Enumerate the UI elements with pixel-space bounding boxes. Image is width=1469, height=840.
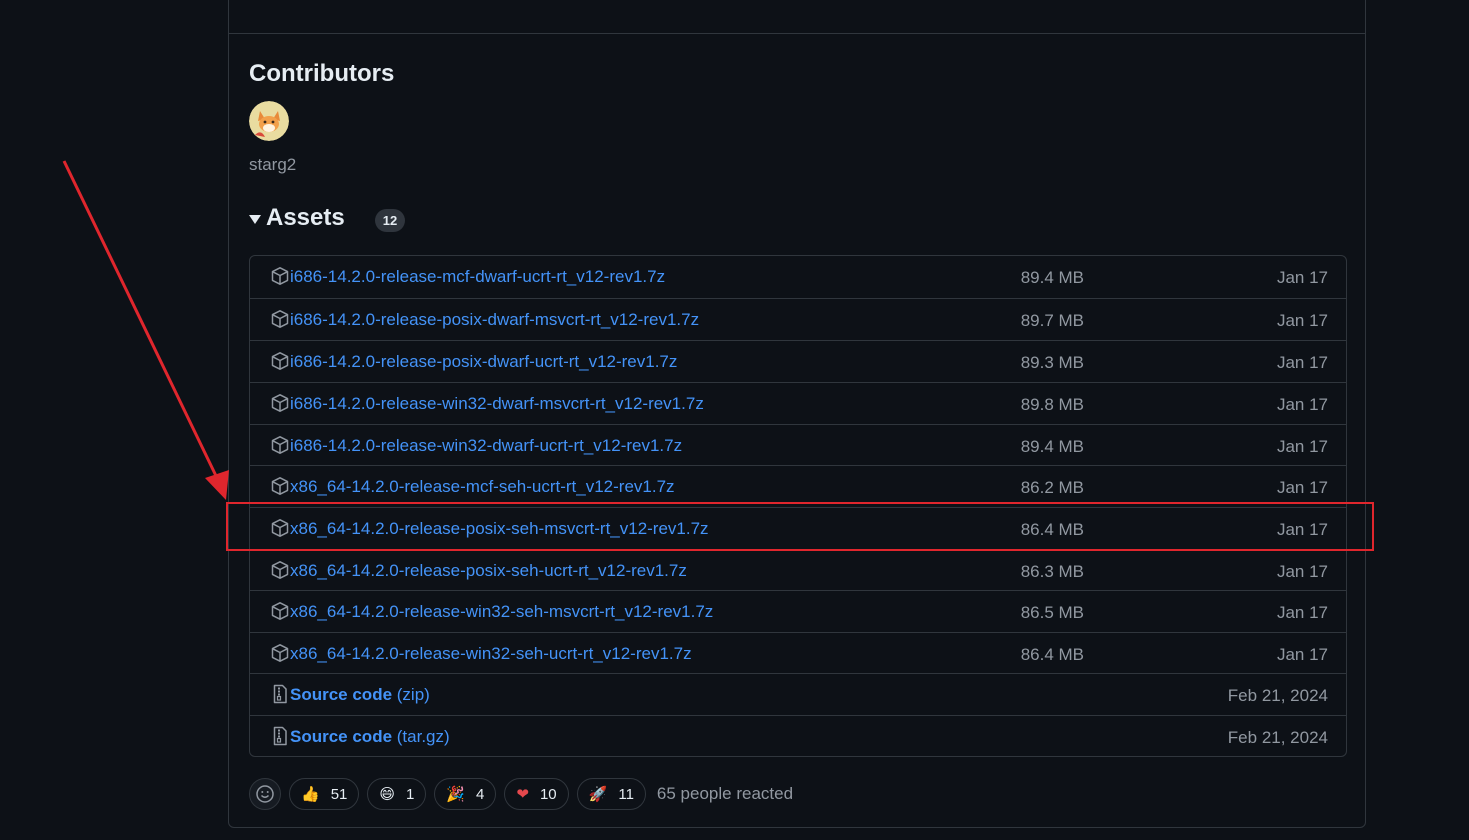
reaction-count: 1 (406, 785, 415, 803)
thumbs-up-icon: 👍 (301, 786, 320, 803)
reaction-button[interactable]: 👍 51 (289, 778, 360, 810)
annotation-arrow (62, 160, 229, 500)
reaction-button[interactable]: 🎉 4 (434, 778, 497, 810)
heart-icon: ❤ (516, 786, 529, 803)
smiley-icon (256, 785, 274, 803)
laugh-icon: 😄 (379, 786, 396, 803)
reaction-count: 4 (476, 785, 485, 803)
reaction-count: 10 (539, 785, 557, 803)
reaction-button[interactable]: 🚀 11 (576, 778, 646, 810)
reaction-count: 11 (618, 785, 634, 803)
reaction-button[interactable]: ❤ 10 (504, 778, 569, 810)
add-reaction-button[interactable] (249, 778, 281, 810)
reaction-button[interactable]: 😄 1 (367, 778, 427, 810)
hooray-icon: 🎉 (446, 786, 466, 803)
rocket-icon: 🚀 (588, 786, 608, 803)
reactions-summary: 65 people reacted (656, 784, 794, 803)
reactions-bar: 👍 51 😄 1 🎉 4 ❤ 10 🚀 11 65 people reacted (249, 778, 793, 810)
reaction-count: 51 (330, 785, 348, 803)
